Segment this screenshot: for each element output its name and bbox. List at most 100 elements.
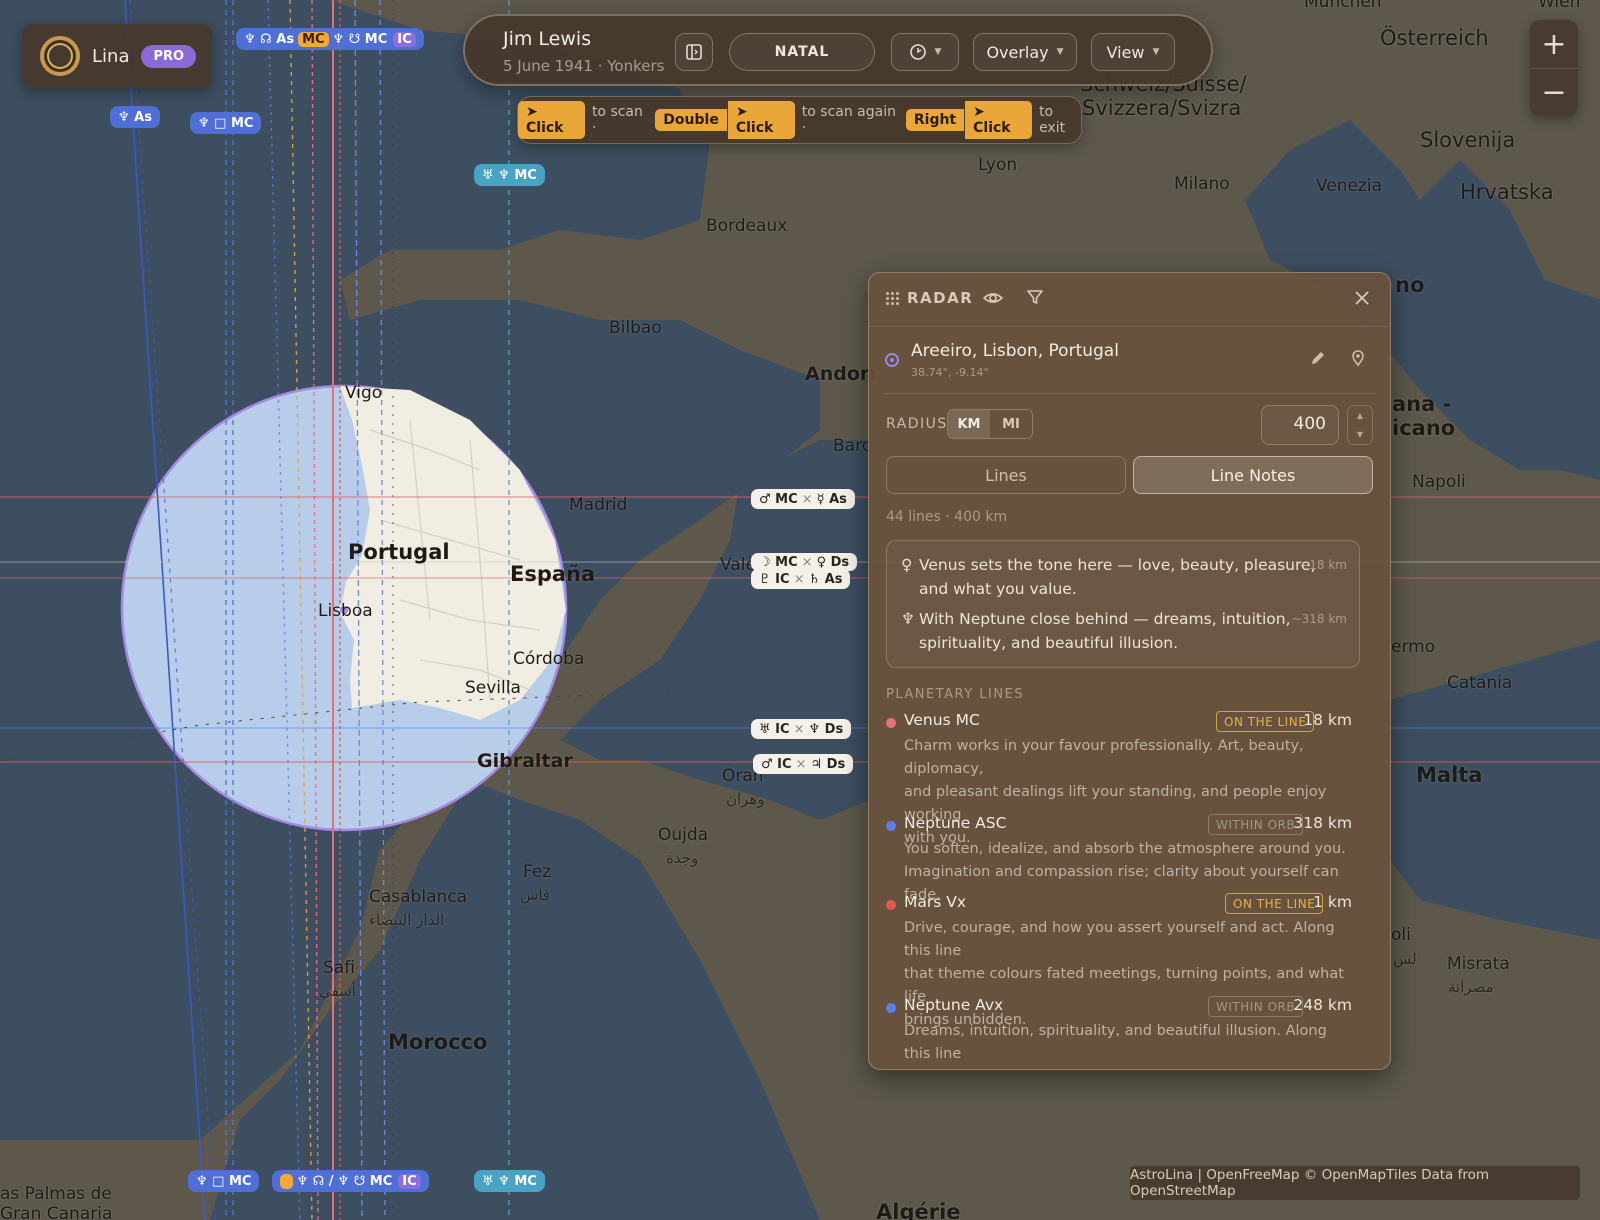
map-pin-icon[interactable] bbox=[1349, 349, 1367, 367]
line-distance: 1 km bbox=[1313, 893, 1352, 911]
chart-toolbar: Jim Lewis 5 June 1941 · Yonkers NATAL ▼ … bbox=[463, 14, 1213, 86]
radar-panel: RADAR Areeiro, Lisbon, Portugal 38.74°, … bbox=[868, 272, 1391, 1070]
status-badge: WITHIN ORB bbox=[1208, 814, 1304, 835]
label-fez-ar: فاس bbox=[520, 886, 551, 904]
overlay-label: Overlay bbox=[986, 42, 1049, 62]
line-name: Venus MC bbox=[904, 711, 980, 729]
time-dropdown-button[interactable]: ▼ bbox=[891, 33, 959, 71]
cross-icon: × bbox=[793, 721, 805, 737]
unit-mi-button[interactable]: MI bbox=[990, 410, 1032, 438]
zoom-controls: + − bbox=[1530, 20, 1578, 116]
status-badge: WITHIN ORB bbox=[1208, 996, 1304, 1017]
label-schweiz-2: Svizzera/Svizra bbox=[1082, 96, 1242, 120]
chart-mode-natal-button[interactable]: NATAL bbox=[729, 33, 875, 71]
line-chip-neptune-square-mc[interactable]: ♆ □ MC bbox=[190, 112, 262, 134]
edit-pencil-icon[interactable] bbox=[1309, 349, 1327, 367]
chip-text: ☽ MC bbox=[759, 554, 798, 570]
chart-person-name[interactable]: Jim Lewis bbox=[503, 28, 591, 50]
radar-header[interactable]: RADAR bbox=[869, 273, 1390, 327]
label-catania: Catania bbox=[1447, 673, 1513, 693]
chip-text: ♂ IC bbox=[761, 756, 792, 772]
view-label: View bbox=[1106, 42, 1145, 62]
lines-summary: 44 lines · 400 km bbox=[886, 509, 1008, 525]
sidebar-toggle-button[interactable] bbox=[675, 33, 713, 71]
zoom-in-button[interactable]: + bbox=[1530, 20, 1578, 68]
label-algerie: Algérie bbox=[876, 1200, 961, 1220]
brand-name: Lina bbox=[92, 45, 130, 67]
label-milano: Milano bbox=[1174, 174, 1230, 194]
chip-text: ♆ Ds bbox=[808, 721, 844, 737]
label-misrata-ar: مصراتة bbox=[1448, 978, 1494, 996]
line-distance: 318 km bbox=[1293, 814, 1352, 832]
unit-km-button[interactable]: KM bbox=[948, 410, 990, 438]
radius-input[interactable]: 400 bbox=[1261, 405, 1339, 445]
line-chip-uranus-neptune-mc[interactable]: ♅ ♆ MC bbox=[474, 164, 545, 186]
line-chip-bottom-cluster[interactable]: ♆ ☊ / ♆ ☋ MC IC bbox=[272, 1170, 429, 1192]
stepper-up-icon[interactable]: ▲ bbox=[1357, 411, 1363, 420]
zoom-out-button[interactable]: − bbox=[1530, 68, 1578, 116]
crossing-chip-pluto-saturn[interactable]: ♇ IC × ♄ As bbox=[751, 569, 851, 589]
divider bbox=[885, 393, 1376, 394]
crossing-chip-mars-jupiter[interactable]: ♂ IC × ♃ Ds bbox=[753, 754, 854, 774]
line-name: Neptune ASC bbox=[904, 814, 1007, 832]
label-slovenija: Slovenija bbox=[1420, 128, 1516, 152]
note-neptune: ♆ With Neptune close behind — dreams, int… bbox=[901, 607, 1291, 655]
chip-text: ♆ ☋ MC bbox=[337, 1173, 393, 1189]
stepper-down-icon[interactable]: ▼ bbox=[1357, 430, 1363, 439]
tab-lines[interactable]: Lines bbox=[886, 456, 1126, 494]
label-sevilla: Sevilla bbox=[465, 678, 521, 698]
label-morocco: Morocco bbox=[388, 1030, 488, 1054]
target-icon bbox=[885, 353, 899, 367]
line-chip-bottom-neptune-square-mc[interactable]: ♆ □ MC bbox=[188, 1170, 260, 1192]
label-casablanca-ar: الدار البيضاء bbox=[369, 911, 445, 929]
label-wien: Wien bbox=[1538, 0, 1581, 12]
chip-text: ♂ MC bbox=[759, 491, 798, 507]
cross-icon: × bbox=[795, 756, 807, 772]
label-palmas-1: as Palmas de bbox=[0, 1184, 112, 1204]
chevron-down-icon: ▼ bbox=[1056, 47, 1064, 57]
radius-stepper[interactable]: ▲ ▼ bbox=[1347, 405, 1373, 445]
label-palermo: ermo bbox=[1391, 637, 1436, 657]
filter-icon[interactable] bbox=[1025, 287, 1045, 307]
chip-text: ♇ IC bbox=[759, 571, 790, 587]
label-portugal: Portugal bbox=[348, 540, 450, 564]
label-espana: España bbox=[510, 562, 596, 586]
label-bordeaux: Bordeaux bbox=[706, 216, 788, 236]
label-bilbao: Bilbao bbox=[609, 318, 662, 338]
cross-icon: × bbox=[793, 571, 805, 587]
line-chip-bottom-uranus-neptune-mc[interactable]: ♅ ♆ MC bbox=[474, 1170, 545, 1192]
line-name: Mars Vx bbox=[904, 893, 967, 911]
crossing-chip-uranus-neptune[interactable]: ♅ IC × ♆ Ds bbox=[751, 719, 852, 739]
crossing-chip-mars-mercury[interactable]: ♂ MC × ☿ As bbox=[751, 489, 855, 509]
chip-text: IC bbox=[393, 31, 416, 47]
neptune-glyph-icon: ♆ bbox=[901, 610, 915, 628]
overlay-dropdown-button[interactable]: Overlay ▼ bbox=[973, 33, 1077, 71]
tab-line-notes[interactable]: Line Notes bbox=[1133, 456, 1373, 494]
chip-text: ♆ ☋ MC bbox=[332, 31, 388, 47]
note-distance: ~18 km bbox=[1299, 558, 1347, 572]
status-badge: ON THE LINE bbox=[1225, 893, 1324, 914]
hint-text: to exit bbox=[1039, 104, 1066, 136]
label-ano: no bbox=[1395, 273, 1425, 297]
line-chip-neptune-as[interactable]: ♆ As bbox=[110, 106, 160, 128]
location-coords: 38.74°, -9.14° bbox=[911, 366, 989, 379]
close-icon[interactable] bbox=[1354, 290, 1370, 306]
chip-text: MC bbox=[298, 31, 329, 47]
label-munchen: München bbox=[1304, 0, 1382, 12]
label-cordoba: Córdoba bbox=[513, 649, 585, 669]
eye-icon[interactable] bbox=[982, 287, 1004, 309]
line-chip-top-cluster[interactable]: ♆ ☊ As MC ♆ ☋ MC IC bbox=[236, 28, 424, 50]
location-name: Areeiro, Lisbon, Portugal bbox=[911, 341, 1119, 361]
line-distance: 18 km bbox=[1303, 711, 1352, 729]
chip-text: ♄ As bbox=[808, 571, 843, 587]
label-safi-ar: أسفي bbox=[319, 982, 356, 1000]
drag-handle-icon[interactable] bbox=[885, 291, 899, 305]
pro-badge: PRO bbox=[141, 44, 197, 68]
chip-text: IC bbox=[398, 1173, 421, 1189]
map-attribution[interactable]: AstroLina | OpenFreeMap © OpenMapTiles D… bbox=[1130, 1166, 1580, 1200]
label-oujda: Oujda bbox=[658, 825, 709, 845]
view-dropdown-button[interactable]: View ▼ bbox=[1091, 33, 1175, 71]
scan-hint-bar: ➤ Click to scan · Double ➤ Click to scan… bbox=[517, 96, 1082, 144]
chart-birth-info: 5 June 1941 · Yonkers bbox=[503, 57, 665, 75]
brand-badge[interactable]: Lina PRO bbox=[22, 24, 212, 88]
